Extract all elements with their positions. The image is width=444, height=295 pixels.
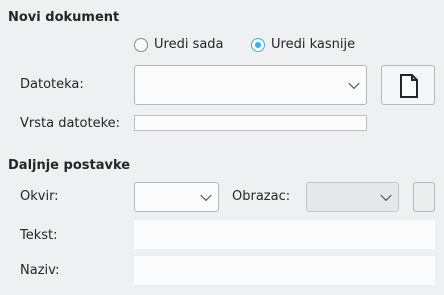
- radio-edit-now[interactable]: Uredi sada: [134, 37, 224, 52]
- radio-edit-now-label: Uredi sada: [154, 37, 224, 52]
- text-field[interactable]: [134, 220, 435, 249]
- file-label: Datoteka:: [20, 77, 84, 92]
- chevron-down-icon: [200, 189, 212, 202]
- file-type-label: Vrsta datoteke:: [20, 116, 121, 131]
- radio-edit-later-label: Uredi kasnije: [271, 37, 356, 52]
- chevron-down-icon: [348, 77, 360, 90]
- radio-edit-now-circle[interactable]: [134, 37, 148, 52]
- section-further-settings: Daljnje postavke: [8, 158, 131, 173]
- chevron-down-icon: [380, 189, 392, 202]
- name-field[interactable]: [134, 256, 435, 285]
- file-type-field[interactable]: [134, 115, 367, 131]
- new-file-button[interactable]: [381, 65, 435, 105]
- frame-combo[interactable]: [134, 182, 219, 212]
- radio-edit-later[interactable]: Uredi kasnije: [251, 37, 355, 52]
- radio-edit-later-circle[interactable]: [251, 37, 265, 52]
- style-label: Obrazac:: [232, 189, 291, 204]
- file-combo[interactable]: [134, 65, 367, 105]
- section-new-document: Novi dokument: [8, 10, 120, 25]
- new-document-icon: [400, 74, 418, 98]
- text-label: Tekst:: [20, 228, 58, 243]
- style-extra-button[interactable]: [413, 182, 435, 212]
- name-label: Naziv:: [20, 263, 60, 278]
- style-combo[interactable]: [306, 182, 399, 212]
- frame-label: Okvir:: [20, 189, 59, 204]
